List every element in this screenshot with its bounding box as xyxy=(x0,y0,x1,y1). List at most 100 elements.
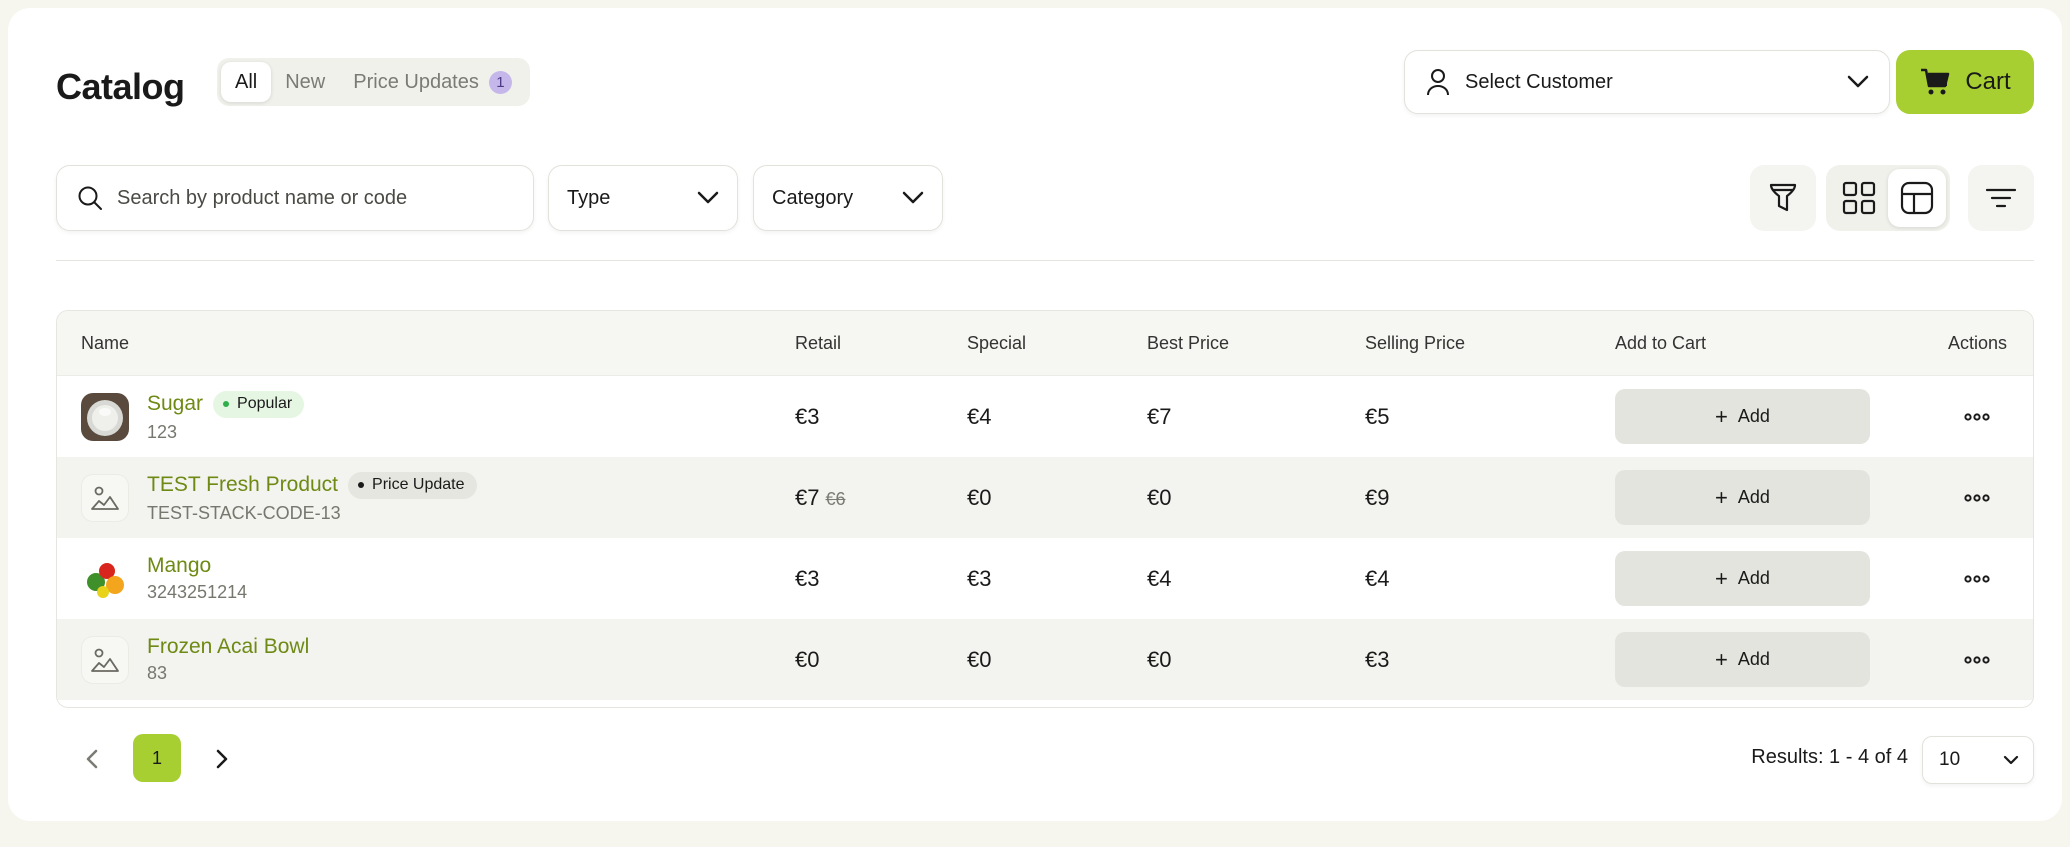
search-box xyxy=(56,165,534,231)
retail-price-cell: €7 €6 xyxy=(795,485,967,511)
badge-label: Popular xyxy=(237,395,293,412)
header-selling-price: Selling Price xyxy=(1365,332,1466,353)
best-price: €4 xyxy=(1147,565,1172,591)
sort-lines-icon xyxy=(1985,188,2017,208)
product-name-link[interactable]: Mango xyxy=(147,554,211,578)
more-actions-button[interactable] xyxy=(1957,645,1997,675)
per-page-select[interactable]: 10 xyxy=(1922,736,2034,784)
product-image xyxy=(81,392,129,441)
cart-icon xyxy=(1921,68,1950,95)
add-label: Add xyxy=(1737,649,1770,669)
add-label: Add xyxy=(1737,406,1770,426)
add-to-cart-button[interactable]: + Add xyxy=(1615,470,1870,525)
catalog-tabs: All New Price Updates 1 xyxy=(217,58,530,106)
best-price: €0 xyxy=(1147,646,1172,672)
chevron-right-icon xyxy=(216,749,228,769)
tab-all[interactable]: All xyxy=(221,62,272,102)
tab-price-updates[interactable]: Price Updates 1 xyxy=(339,62,526,102)
select-customer-dropdown[interactable]: Select Customer xyxy=(1404,50,1890,114)
header-actions: Actions xyxy=(1947,332,2007,353)
add-to-cart-button[interactable]: + Add xyxy=(1615,389,1870,444)
price-updates-count-badge: 1 xyxy=(488,70,512,94)
cart-button[interactable]: Cart xyxy=(1896,50,2034,114)
special-price: €0 xyxy=(967,484,992,510)
popular-badge: Popular xyxy=(213,390,305,418)
add-label: Add xyxy=(1737,487,1770,507)
more-actions-button[interactable] xyxy=(1957,402,1997,432)
more-horizontal-icon xyxy=(1963,655,1990,664)
retail-price: €7 xyxy=(795,484,820,510)
product-image xyxy=(81,554,129,603)
badge-label: Price Update xyxy=(372,476,465,493)
product-table: Name Retail Special Best Price Selling P… xyxy=(56,310,2034,708)
plus-icon: + xyxy=(1715,403,1728,429)
product-name-link[interactable]: Sugar xyxy=(147,392,203,416)
table-layout-icon xyxy=(1900,181,1934,215)
add-to-cart-button[interactable]: + Add xyxy=(1615,551,1870,606)
product-code: TEST-STACK-CODE-13 xyxy=(147,502,341,523)
retail-price: €0 xyxy=(795,646,820,672)
table-row: Mango 3243251214 €3 €3 €4 €4 + Add xyxy=(57,538,2033,619)
catalog-panel: Catalog All New Price Updates 1 Select C… xyxy=(8,8,2062,821)
chevron-down-icon xyxy=(1847,75,1869,88)
table-row: Sugar Popular 123 €3 €4 €7 €5 + Add xyxy=(57,376,2033,457)
more-horizontal-icon xyxy=(1963,412,1990,421)
category-dropdown-label: Category xyxy=(772,186,854,209)
chevron-down-icon xyxy=(697,191,719,204)
chevron-down-icon xyxy=(902,191,924,204)
product-code: 83 xyxy=(147,663,168,683)
add-label: Add xyxy=(1737,568,1770,588)
retail-price: €3 xyxy=(795,565,820,591)
search-icon xyxy=(78,186,102,210)
page-title: Catalog xyxy=(56,66,185,107)
header-retail: Retail xyxy=(795,332,842,353)
header-add-to-cart: Add to Cart xyxy=(1615,332,1707,353)
header-special: Special xyxy=(967,332,1027,353)
best-price: €7 xyxy=(1147,403,1172,429)
more-horizontal-icon xyxy=(1963,574,1990,583)
old-retail-price: €6 xyxy=(825,488,846,509)
page-number-button[interactable]: 1 xyxy=(133,734,181,782)
retail-price: €3 xyxy=(795,403,820,429)
best-price: €0 xyxy=(1147,484,1172,510)
product-name-link[interactable]: TEST Fresh Product xyxy=(147,473,338,497)
chevron-down-icon xyxy=(2003,755,2019,765)
table-view-button[interactable] xyxy=(1888,169,1946,227)
product-code: 3243251214 xyxy=(147,582,248,602)
chevron-left-icon xyxy=(86,749,98,769)
table-header: Name Retail Special Best Price Selling P… xyxy=(57,311,2033,376)
special-price: €3 xyxy=(967,565,992,591)
sort-button[interactable] xyxy=(1968,165,2034,231)
product-code: 123 xyxy=(147,421,178,442)
selling-price: €3 xyxy=(1365,646,1390,672)
cart-label: Cart xyxy=(1965,68,2011,95)
grid-view-button[interactable] xyxy=(1830,169,1888,227)
special-price: €0 xyxy=(967,646,992,672)
table-row: TEST Fresh Product Price Update TEST-STA… xyxy=(57,457,2033,538)
filter-button[interactable] xyxy=(1750,165,1816,231)
product-name-link[interactable]: Frozen Acai Bowl xyxy=(147,635,309,659)
type-dropdown-label: Type xyxy=(567,186,611,209)
view-toggle xyxy=(1826,165,1950,231)
previous-page-button[interactable] xyxy=(74,741,110,777)
results-count: Results: 1 - 4 of 4 xyxy=(1751,746,1908,768)
divider xyxy=(56,260,2034,261)
type-dropdown[interactable]: Type xyxy=(548,165,738,231)
tab-new[interactable]: New xyxy=(271,62,339,102)
selling-price: €5 xyxy=(1365,403,1390,429)
plus-icon: + xyxy=(1715,646,1728,672)
plus-icon: + xyxy=(1715,484,1728,510)
status-dot xyxy=(358,482,365,488)
select-customer-label: Select Customer xyxy=(1465,70,1613,93)
selling-price: €9 xyxy=(1365,484,1390,510)
next-page-button[interactable] xyxy=(204,741,240,777)
per-page-value: 10 xyxy=(1939,749,1961,770)
filter-icon xyxy=(1769,183,1797,212)
image-placeholder xyxy=(81,635,129,684)
search-input[interactable] xyxy=(117,186,513,210)
more-actions-button[interactable] xyxy=(1957,564,1997,594)
category-dropdown[interactable]: Category xyxy=(753,165,943,231)
more-actions-button[interactable] xyxy=(1957,483,1997,513)
add-to-cart-button[interactable]: + Add xyxy=(1615,632,1870,687)
image-placeholder-icon xyxy=(91,486,119,510)
